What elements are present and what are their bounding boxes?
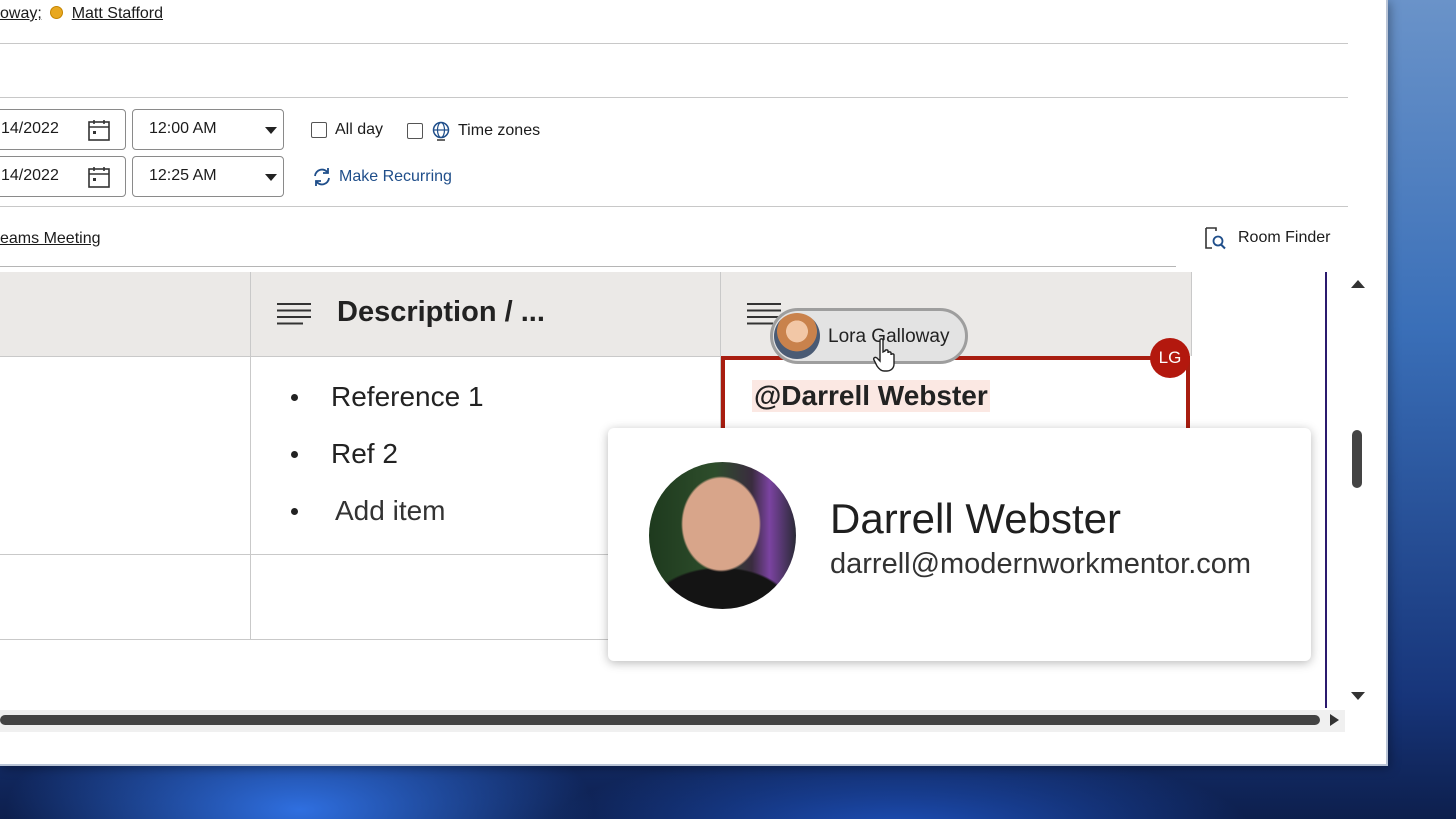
coauthor-presence-pill[interactable]: Lora Galloway [770, 308, 968, 364]
globe-icon [432, 121, 450, 141]
attendees-line: oway; Matt Stafford [0, 5, 163, 23]
vertical-scrollbar[interactable] [1344, 272, 1370, 708]
bullet [291, 394, 298, 401]
room-finder-label: Room Finder [1238, 229, 1331, 246]
contact-hover-card[interactable]: Darrell Webster darrell@modernworkmentor… [608, 428, 1311, 661]
contact-email[interactable]: darrell@modernworkmentor.com [830, 548, 1251, 581]
coauthor-initials-badge: LG [1150, 338, 1190, 378]
calendar-icon[interactable] [87, 165, 111, 189]
scroll-down-icon[interactable] [1351, 692, 1365, 700]
divider [0, 206, 1348, 207]
scroll-up-icon[interactable] [1351, 280, 1365, 288]
lines-icon [277, 303, 311, 325]
meeting-window: oway; Matt Stafford 14/2022 12:00 AM 14/… [0, 0, 1388, 766]
make-recurring-button[interactable]: Make Recurring [311, 167, 452, 187]
hand-cursor-icon [873, 338, 895, 372]
time-zones-label: Time zones [458, 122, 541, 139]
start-time-value: 12:00 AM [149, 120, 217, 137]
make-recurring-label: Make Recurring [339, 168, 452, 185]
room-finder-icon [1205, 227, 1226, 250]
scrollbar-thumb[interactable] [1352, 430, 1362, 488]
mention-darrell-webster[interactable]: @Darrell Webster [752, 380, 990, 412]
start-date-value: 14/2022 [1, 120, 59, 137]
panel-border [1325, 272, 1327, 708]
scroll-right-icon[interactable] [1330, 714, 1339, 726]
chevron-down-icon [265, 127, 277, 134]
column-title: Description / ... [337, 296, 545, 328]
start-date-field[interactable]: 14/2022 [0, 109, 126, 150]
all-day-label: All day [335, 121, 384, 138]
scrollbar-thumb[interactable] [0, 715, 1320, 725]
avatar [774, 313, 820, 359]
bullet [291, 451, 298, 458]
calendar-icon[interactable] [87, 118, 111, 142]
list-item-text: Reference 1 [331, 381, 484, 412]
attendee-matt-stafford[interactable]: Matt Stafford [72, 5, 163, 22]
all-day-option[interactable]: All day [311, 121, 383, 139]
divider [0, 43, 1348, 44]
add-item-placeholder: Add item [335, 495, 446, 526]
horizontal-scrollbar[interactable] [0, 710, 1345, 732]
presence-away-icon [50, 6, 64, 19]
time-zones-option[interactable]: Time zones [407, 121, 540, 141]
bullet [291, 508, 298, 515]
room-finder-button[interactable]: Room Finder [1204, 226, 1330, 250]
end-date-value: 14/2022 [1, 167, 59, 184]
all-day-checkbox[interactable] [311, 122, 327, 138]
chevron-down-icon [265, 174, 277, 181]
time-zones-checkbox[interactable] [407, 123, 423, 139]
avatar [649, 462, 796, 609]
attendee-partial[interactable]: oway; [0, 5, 42, 22]
divider [0, 266, 1176, 267]
column-header-description[interactable]: Description / ... [251, 272, 721, 356]
divider [0, 97, 1348, 98]
end-date-field[interactable]: 14/2022 [0, 156, 126, 197]
table-cell[interactable] [0, 356, 251, 555]
end-time-select[interactable]: 12:25 AM [132, 156, 284, 197]
teams-meeting-link[interactable]: eams Meeting [0, 230, 101, 248]
contact-name: Darrell Webster [830, 495, 1121, 542]
end-time-value: 12:25 AM [149, 167, 217, 184]
list-item-text: Ref 2 [331, 438, 398, 469]
recurring-icon [314, 168, 330, 186]
column-header[interactable] [0, 272, 251, 356]
start-time-select[interactable]: 12:00 AM [132, 109, 284, 150]
table-cell[interactable] [0, 555, 251, 640]
